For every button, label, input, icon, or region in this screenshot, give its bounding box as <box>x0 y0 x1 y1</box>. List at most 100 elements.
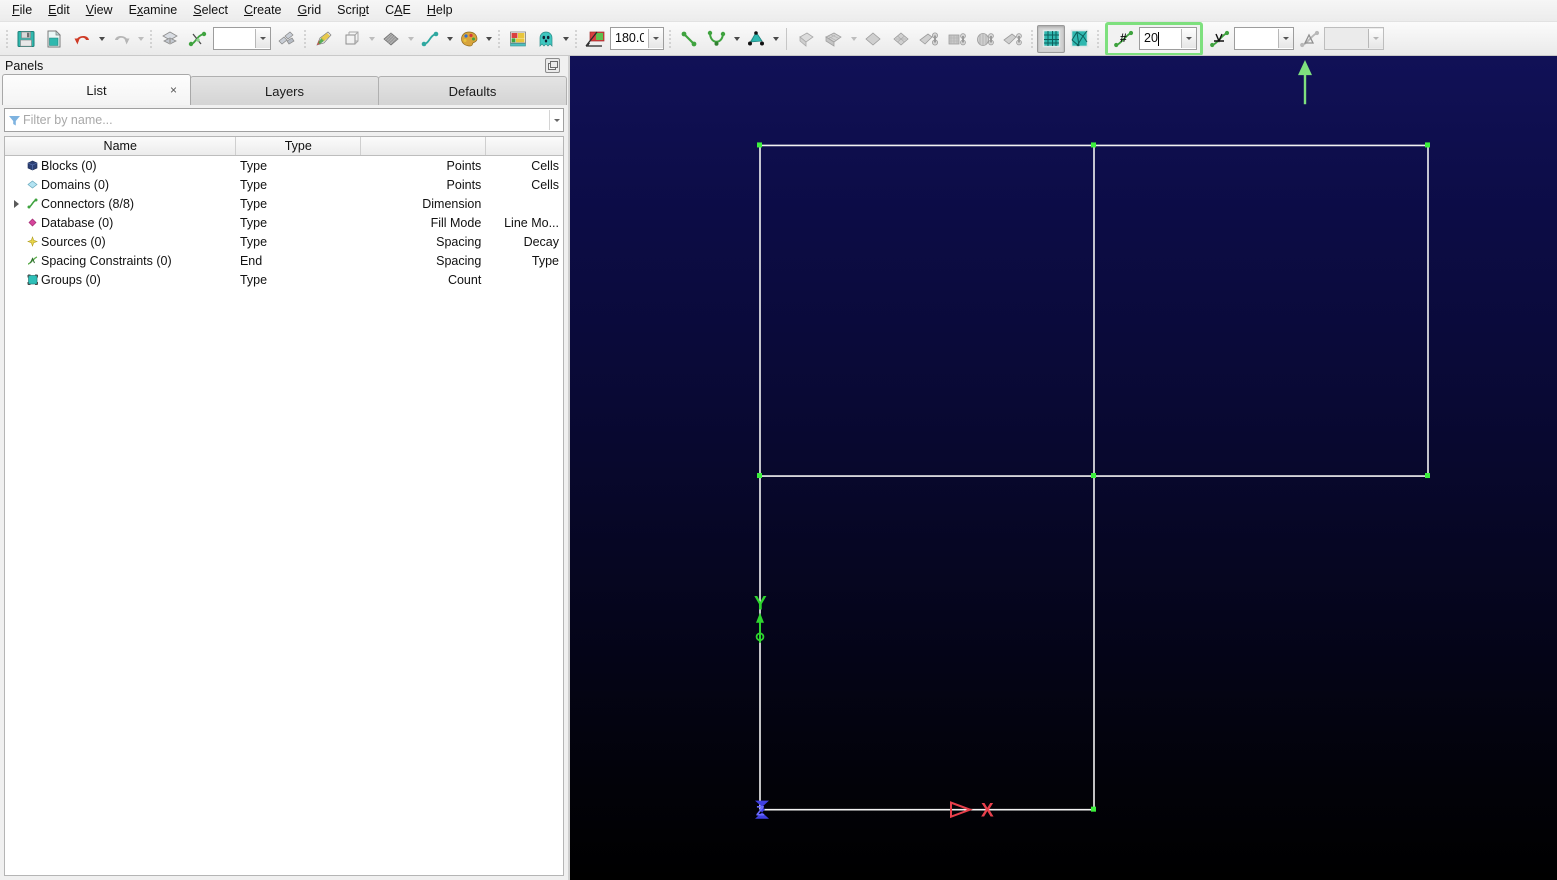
turning-angle-icon[interactable] <box>581 25 609 53</box>
menu-script[interactable]: Script <box>329 1 377 20</box>
color-palette-icon[interactable] <box>455 25 483 53</box>
spacing-icon[interactable] <box>1205 25 1233 53</box>
row-label: Spacing Constraints (0) <box>41 253 172 268</box>
undo-icon[interactable] <box>68 25 96 53</box>
merge-icon[interactable] <box>272 25 300 53</box>
dimension-icon[interactable]: # <box>1110 25 1138 53</box>
column-header-name[interactable]: Name <box>5 137 237 156</box>
node-bottom-middle <box>1091 806 1096 812</box>
viewport-canvas[interactable]: Y X Z <box>570 56 1557 880</box>
row-type: Type <box>239 215 268 230</box>
filter-bar[interactable]: Filter by name... <box>4 108 564 132</box>
menu-edit[interactable]: Edit <box>40 1 78 20</box>
row-type: Type <box>239 196 268 211</box>
table-row[interactable]: Domains (0) Type Points Cells <box>5 175 563 194</box>
table-row[interactable]: Groups (0) Type Count <box>5 270 563 289</box>
spacing-field[interactable] <box>1234 27 1294 50</box>
decay-input <box>1325 29 1368 48</box>
menu-cae[interactable]: CAE <box>377 1 419 20</box>
row-label: Blocks (0) <box>41 158 97 173</box>
menu-select[interactable]: Select <box>185 1 236 20</box>
table-row[interactable]: Database (0) Type Fill Mode Line Mo... <box>5 213 563 232</box>
color-blocks-icon[interactable] <box>504 25 532 53</box>
spacing-spin-icon[interactable] <box>1278 29 1293 48</box>
wireframe-cube-icon[interactable] <box>338 25 366 53</box>
menu-examine[interactable]: Examine <box>121 1 186 20</box>
row-metric2: Cells <box>531 177 559 192</box>
new-file-icon[interactable] <box>40 25 68 53</box>
create-surface-icon[interactable] <box>742 25 770 53</box>
save-icon[interactable] <box>12 25 40 53</box>
create-curve-icon[interactable] <box>703 25 731 53</box>
shaded-surface-icon[interactable] <box>377 25 405 53</box>
turning-angle-field[interactable] <box>610 27 664 50</box>
palette-dropdown-arrow[interactable] <box>483 26 494 52</box>
close-icon[interactable]: × <box>170 84 177 96</box>
create-line-icon[interactable] <box>675 25 703 53</box>
connector-dropdown-arrow[interactable] <box>444 26 455 52</box>
table-row[interactable]: Spacing Constraints (0) End Spacing Type <box>5 251 563 270</box>
tab-layers[interactable]: Layers <box>190 76 379 105</box>
connector-combo[interactable] <box>213 27 271 50</box>
table-row[interactable]: Sources (0) Type Spacing Decay <box>5 232 563 251</box>
row-label: Domains (0) <box>41 177 110 192</box>
menu-view[interactable]: View <box>78 1 121 20</box>
connector-icon <box>23 197 41 210</box>
row-metric2: Decay <box>523 234 559 249</box>
expand-connectors-icon[interactable] <box>9 200 23 208</box>
undo-dropdown-arrow[interactable] <box>96 26 107 52</box>
filter-dropdown-icon[interactable] <box>549 110 563 130</box>
connector-display-icon[interactable] <box>416 25 444 53</box>
curve-dropdown-arrow[interactable] <box>731 26 742 52</box>
node-mid-right <box>1425 473 1430 479</box>
layer-icon[interactable] <box>156 25 184 53</box>
dimension-spin-icon[interactable] <box>1181 29 1196 48</box>
column-header-metric2[interactable] <box>485 137 563 156</box>
row-metric2 <box>485 270 563 289</box>
dimension-field[interactable]: 20 <box>1139 27 1197 50</box>
application-window: File Edit View Examine Select Create Gri… <box>0 0 1557 880</box>
block-icon <box>943 25 971 53</box>
connector-combo-input <box>214 29 255 48</box>
table-row[interactable]: Connectors (8/8) Type Dimension <box>5 194 563 213</box>
surface-dropdown-arrow[interactable] <box>405 26 416 52</box>
table-row[interactable]: Blocks (0) Type Points Cells <box>5 156 563 176</box>
tab-list[interactable]: List × <box>2 74 191 105</box>
tab-list-label: List <box>86 82 107 98</box>
paint-icon[interactable] <box>310 25 338 53</box>
toolbar-separator <box>669 28 671 49</box>
dimension-value: 20 <box>1144 31 1158 45</box>
extrude-icon <box>792 25 820 53</box>
menu-create[interactable]: Create <box>236 1 290 20</box>
node-top-middle <box>1091 142 1096 148</box>
row-metric1: Dimension <box>422 196 482 211</box>
chevron-down-icon[interactable] <box>255 29 270 48</box>
menu-help[interactable]: Help <box>419 1 461 20</box>
menu-file[interactable]: File <box>4 1 40 20</box>
unstructured-grid-icon[interactable] <box>1065 25 1093 53</box>
tab-defaults[interactable]: Defaults <box>378 76 567 105</box>
filter-input[interactable]: Filter by name... <box>23 113 549 127</box>
panel-title-bar: Panels <box>0 56 568 75</box>
split-connector-icon[interactable] <box>184 25 212 53</box>
ghost-dropdown-arrow[interactable] <box>560 26 571 52</box>
menu-grid[interactable]: Grid <box>290 1 330 20</box>
extrude-dropdown-arrow <box>848 26 859 52</box>
ghost-icon[interactable] <box>532 25 560 53</box>
3d-viewport[interactable]: Y X Z <box>570 56 1557 880</box>
column-header-type[interactable]: Type <box>235 137 362 156</box>
y-axis-label: Y <box>754 594 767 615</box>
cube-dropdown-arrow[interactable] <box>366 26 377 52</box>
row-metric1: Points <box>446 158 482 173</box>
svg-text:#: # <box>1120 31 1127 45</box>
undock-panel-icon[interactable] <box>545 58 560 73</box>
structured-grid-icon[interactable] <box>1037 24 1065 53</box>
row-metric1: Points <box>446 177 482 192</box>
angle-spin-icon[interactable] <box>648 29 663 48</box>
toolbar-separator <box>304 28 306 49</box>
node-top-right <box>1425 142 1430 148</box>
decay-field <box>1324 27 1384 50</box>
surface-create-dropdown-arrow[interactable] <box>770 26 781 52</box>
menubar: File Edit View Examine Select Create Gri… <box>0 0 1557 22</box>
column-header-metric1[interactable] <box>360 137 486 156</box>
